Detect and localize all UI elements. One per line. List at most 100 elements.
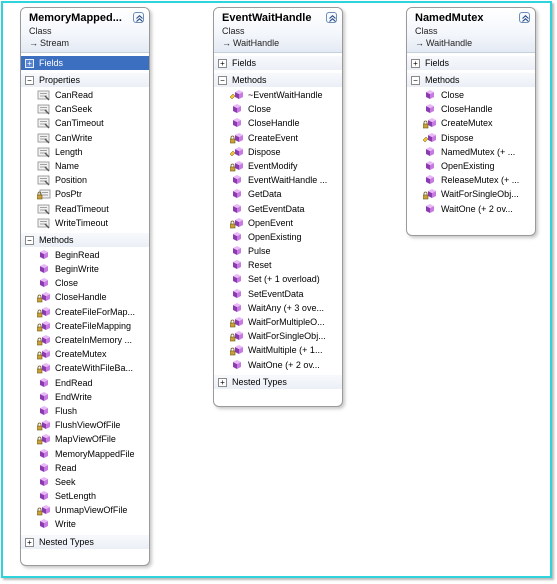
private-method-icon (36, 420, 51, 431)
class-header[interactable]: MemoryMapped... Class → Stream (21, 8, 149, 53)
member-eventwaithandle[interactable]: EventWaitHandle ... (214, 173, 342, 187)
member-close[interactable]: Close (21, 276, 149, 290)
member-createwithfileba[interactable]: CreateWithFileBa... (21, 361, 149, 375)
member-waitforsingleobj[interactable]: WaitForSingleObj... (407, 187, 535, 201)
member-canseek[interactable]: CanSeek (21, 102, 149, 116)
member-openexisting[interactable]: OpenExisting (214, 230, 342, 244)
member-length[interactable]: Length (21, 145, 149, 159)
class-box-namedmutex[interactable]: NamedMutex Class → WaitHandle + Fields − Method… (406, 7, 536, 236)
member-flushviewoffile[interactable]: FlushViewOfFile (21, 418, 149, 432)
collapse-toggle-icon[interactable]: − (25, 235, 34, 245)
expand-toggle-icon[interactable]: + (25, 537, 34, 547)
section-nested-types[interactable]: + Nested Types (21, 534, 149, 549)
class-box-eventwaithandle[interactable]: EventWaitHandle Class → WaitHandle + Fields − M… (213, 7, 343, 407)
member-closehandle[interactable]: CloseHandle (407, 102, 535, 116)
member-label: EventWaitHandle ... (248, 175, 328, 186)
member-waitone-2-ov[interactable]: WaitOne (+ 2 ov... (407, 202, 535, 216)
member-endwrite[interactable]: EndWrite (21, 390, 149, 404)
member-releasemutex[interactable]: ReleaseMutex (+ ... (407, 173, 535, 187)
member-closehandle[interactable]: CloseHandle (214, 116, 342, 130)
member-label: BeginRead (55, 249, 100, 260)
member-unmapviewoffile[interactable]: UnmapViewOfFile (21, 503, 149, 517)
member-setlength[interactable]: SetLength (21, 489, 149, 503)
expand-toggle-icon[interactable]: + (25, 59, 34, 68)
member-label: CanTimeout (55, 118, 104, 129)
member-position[interactable]: Position (21, 173, 149, 187)
member-beginread[interactable]: BeginRead (21, 248, 149, 262)
section-fields[interactable]: + Fields (407, 56, 535, 70)
member-waitany-3-ove[interactable]: WaitAny (+ 3 ove... (214, 301, 342, 315)
method-icon (37, 377, 51, 389)
expand-toggle-icon[interactable]: + (411, 59, 420, 68)
method-icon (423, 90, 437, 101)
member-pulse[interactable]: Pulse (214, 244, 342, 258)
class-header[interactable]: NamedMutex Class → WaitHandle (407, 8, 535, 53)
member-set-1-overload[interactable]: Set (+ 1 overload) (214, 272, 342, 286)
section-methods[interactable]: − Methods (214, 73, 342, 87)
member-mapviewoffile[interactable]: MapViewOfFile (21, 432, 149, 446)
member-writetimeout[interactable]: WriteTimeout (21, 216, 149, 230)
member-name[interactable]: Name (21, 159, 149, 173)
member-waitforsingleobj[interactable]: WaitForSingleObj... (214, 329, 342, 343)
member-memorymappedfile[interactable]: MemoryMappedFile (21, 447, 149, 461)
member-beginwrite[interactable]: BeginWrite (21, 262, 149, 276)
member-dispose[interactable]: Dispose (407, 131, 535, 145)
member-close[interactable]: Close (407, 88, 535, 102)
collapse-chevron-icon[interactable] (519, 12, 530, 23)
class-kind: Class (222, 26, 245, 36)
member-write[interactable]: Write (21, 517, 149, 531)
member-openexisting[interactable]: OpenExisting (407, 159, 535, 173)
member-canread[interactable]: CanRead (21, 88, 149, 102)
collapse-toggle-icon[interactable]: − (218, 76, 227, 85)
member-seek[interactable]: Seek (21, 475, 149, 489)
method-icon (230, 274, 244, 285)
member-cantimeout[interactable]: CanTimeout (21, 116, 149, 130)
section-fields[interactable]: + Fields (214, 56, 342, 70)
member-eventmodify[interactable]: EventModify (214, 159, 342, 173)
protected-method-icon (229, 146, 244, 158)
collapse-chevron-icon[interactable] (326, 12, 337, 23)
property-icon (37, 161, 51, 172)
expand-toggle-icon[interactable]: + (218, 59, 227, 68)
member-waitformultipleo[interactable]: WaitForMultipleO... (214, 315, 342, 329)
class-header[interactable]: EventWaitHandle Class → WaitHandle (214, 8, 342, 53)
member-endread[interactable]: EndRead (21, 376, 149, 390)
member-canwrite[interactable]: CanWrite (21, 131, 149, 145)
member-close[interactable]: Close (214, 102, 342, 116)
member-read[interactable]: Read (21, 461, 149, 475)
member-posptr[interactable]: PosPtr (21, 187, 149, 201)
member-label: CreateMutex (55, 349, 107, 360)
member-waitmultiple-1[interactable]: WaitMultiple (+ 1... (214, 343, 342, 357)
member-createinmemory[interactable]: CreateInMemory ... (21, 333, 149, 347)
member-createmutex[interactable]: CreateMutex (21, 347, 149, 361)
member-label: OpenEvent (248, 217, 294, 228)
expand-toggle-icon[interactable]: + (218, 377, 227, 387)
section-methods[interactable]: − Methods (407, 73, 535, 87)
member-closehandle[interactable]: CloseHandle (21, 290, 149, 304)
member-dispose[interactable]: Dispose (214, 145, 342, 159)
member-createmutex[interactable]: CreateMutex (407, 116, 535, 130)
member-flush[interactable]: Flush (21, 404, 149, 418)
member-waitone-2-ov[interactable]: WaitOne (+ 2 ov... (214, 358, 342, 372)
section-fields[interactable]: + Fields (21, 56, 149, 70)
section-properties[interactable]: − Properties (21, 73, 149, 87)
member-createfilemapping[interactable]: CreateFileMapping (21, 319, 149, 333)
collapse-toggle-icon[interactable]: − (25, 76, 34, 85)
member-label: Set (+ 1 overload) (248, 274, 320, 285)
protected-method-icon (229, 90, 244, 101)
member-reset[interactable]: Reset (214, 258, 342, 272)
collapse-chevron-icon[interactable] (133, 12, 144, 23)
member-readtimeout[interactable]: ReadTimeout (21, 202, 149, 216)
class-box-memorymappedfile[interactable]: MemoryMapped... Class → Stream + Fields − Prope… (20, 7, 150, 566)
member-geteventdata[interactable]: GetEventData (214, 202, 342, 216)
member-getdata[interactable]: GetData (214, 187, 342, 201)
member-createevent[interactable]: CreateEvent (214, 131, 342, 145)
collapse-toggle-icon[interactable]: − (411, 76, 420, 85)
member-eventwaithandle[interactable]: ~EventWaitHandle (214, 88, 342, 102)
section-methods[interactable]: − Methods (21, 232, 149, 247)
section-nested-types[interactable]: + Nested Types (214, 374, 342, 389)
member-namedmutex[interactable]: NamedMutex (+ ... (407, 145, 535, 159)
member-seteventdata[interactable]: SetEventData (214, 287, 342, 301)
member-openevent[interactable]: OpenEvent (214, 216, 342, 230)
member-createfileformap[interactable]: CreateFileForMap... (21, 305, 149, 319)
